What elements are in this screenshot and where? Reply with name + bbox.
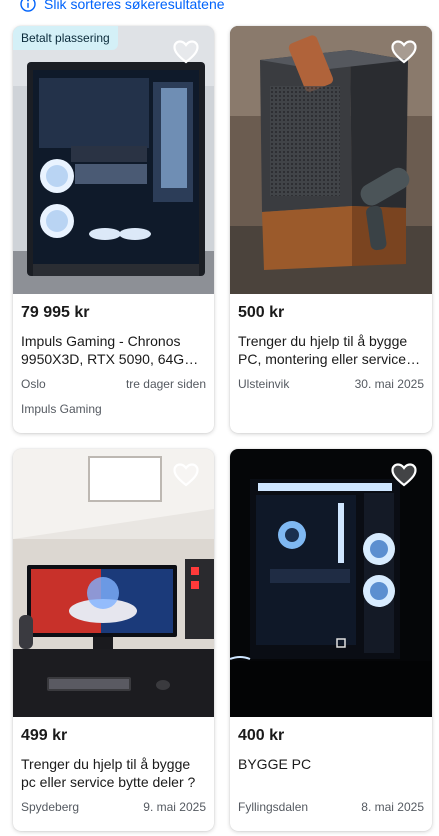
listing-title[interactable]: Trenger du hjelp til å bygge pc eller se… bbox=[21, 755, 206, 791]
listing-price: 499 kr bbox=[21, 727, 68, 744]
white-gaming-pc-case-icon bbox=[13, 26, 214, 294]
listing-meta: Spydeberg 9. mai 2025 bbox=[21, 800, 206, 814]
listing-meta: Oslo tre dager siden bbox=[21, 377, 206, 391]
listing-date: 30. mai 2025 bbox=[354, 377, 424, 391]
favorite-button[interactable] bbox=[172, 461, 200, 489]
favorite-button[interactable] bbox=[390, 461, 418, 489]
listing-image bbox=[230, 26, 432, 294]
listing-title[interactable]: BYGGE PC bbox=[238, 755, 424, 773]
favorite-button[interactable] bbox=[390, 38, 418, 66]
listing-location: Oslo bbox=[21, 377, 46, 391]
desk-setup-with-monitor-icon bbox=[13, 449, 214, 717]
listing-location: Ulsteinvik bbox=[238, 377, 290, 391]
listing-price: 79 995 kr bbox=[21, 304, 90, 321]
listing-date: tre dager siden bbox=[125, 377, 206, 391]
listing-image bbox=[13, 449, 214, 717]
listing-meta: Ulsteinvik 30. mai 2025 bbox=[238, 377, 424, 391]
dark-rgb-pc-case-icon bbox=[230, 449, 432, 717]
listing-price: 500 kr bbox=[238, 304, 285, 321]
listing-title[interactable]: Trenger du hjelp til å bygge PC, monteri… bbox=[238, 332, 424, 368]
listing-price: 400 kr bbox=[238, 727, 285, 744]
listing-card[interactable]: 400 kr BYGGE PC Fyllingsdalen 8. mai 202… bbox=[230, 449, 432, 831]
listing-image bbox=[230, 449, 432, 717]
listing-card[interactable]: 499 kr Trenger du hjelp til å bygge pc e… bbox=[13, 449, 214, 831]
paid-placement-badge: Betalt plassering bbox=[13, 26, 118, 50]
listing-image bbox=[13, 26, 214, 294]
listing-date: 9. mai 2025 bbox=[143, 800, 206, 814]
sort-info-link[interactable]: Slik sorteres søkeresultatene bbox=[20, 0, 225, 13]
listing-location: Spydeberg bbox=[21, 800, 80, 814]
listing-title[interactable]: Impuls Gaming - Chronos 9950X3D, RTX 509… bbox=[21, 332, 206, 368]
heart-icon bbox=[173, 40, 199, 64]
heart-icon bbox=[391, 40, 417, 64]
favorite-button[interactable] bbox=[172, 38, 200, 66]
listing-card[interactable]: Betalt plassering 79 995 kr Impuls Gamin… bbox=[13, 26, 214, 433]
heart-icon bbox=[391, 463, 417, 487]
listing-date: 8. mai 2025 bbox=[361, 800, 424, 814]
mesh-pc-case-with-wood-base-icon bbox=[230, 26, 432, 294]
listing-meta: Fyllingsdalen 8. mai 2025 bbox=[238, 800, 424, 814]
listing-card[interactable]: 500 kr Trenger du hjelp til å bygge PC, … bbox=[230, 26, 432, 433]
info-icon bbox=[20, 0, 36, 12]
listing-location: Fyllingsdalen bbox=[238, 800, 309, 814]
listing-seller: Impuls Gaming bbox=[21, 402, 102, 416]
heart-icon bbox=[173, 463, 199, 487]
sort-info-label: Slik sorteres søkeresultatene bbox=[44, 0, 225, 12]
